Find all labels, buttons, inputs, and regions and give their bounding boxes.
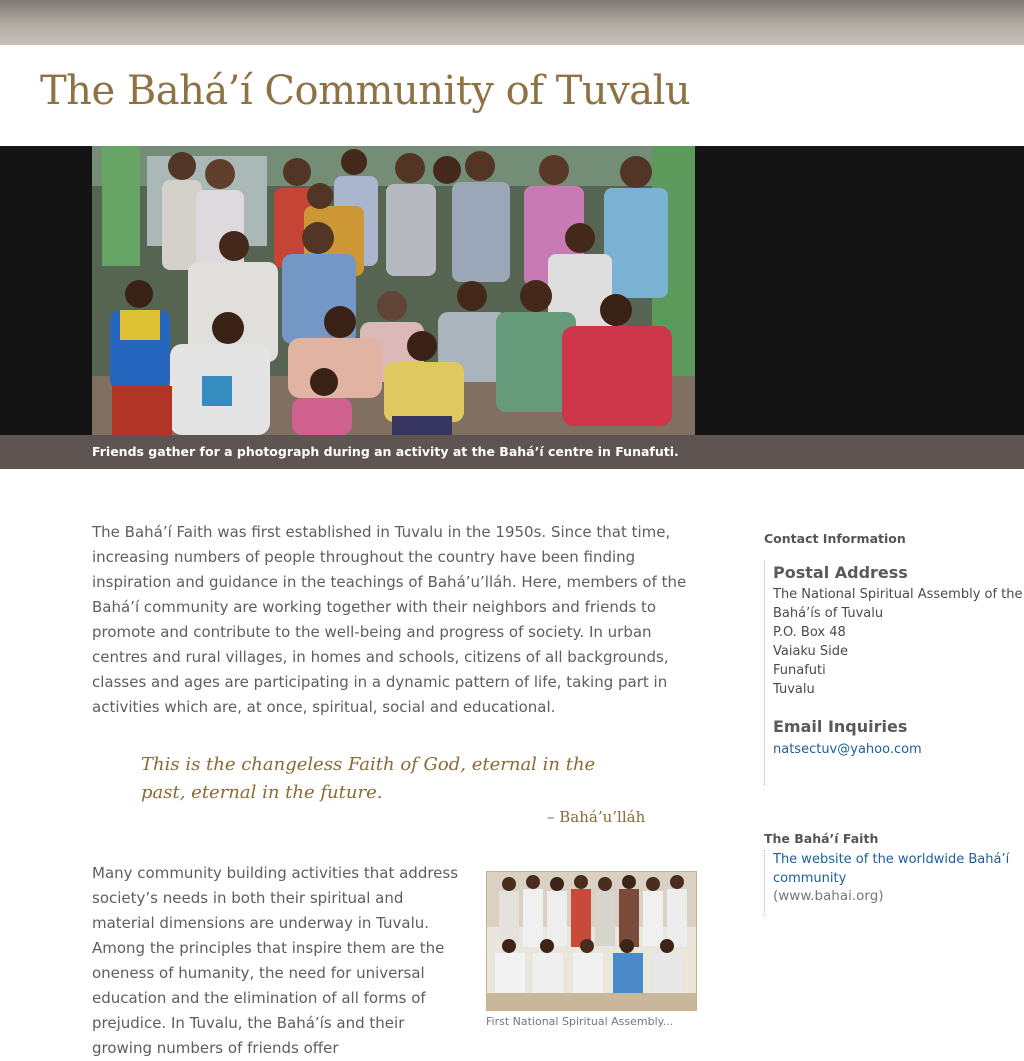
postal-address-heading: Postal Address (773, 563, 908, 582)
contact-heading: Contact Information (764, 531, 906, 546)
email-link[interactable]: natsectuv@yahoo.com (773, 742, 922, 757)
top-banner (0, 0, 1024, 45)
address-line: The National Spiritual Assembly of the (773, 587, 1023, 602)
address-line: Vaiaku Side (773, 644, 849, 659)
address-line: Bahá’ís of Tuvalu (773, 606, 884, 621)
intro-paragraph: The Bahá’í Faith was first established i… (92, 523, 687, 716)
site-title[interactable]: The Bahá’í Community of Tuvalu (40, 68, 691, 114)
thumbnail-caption: First National Spiritual Assembly... (486, 1015, 674, 1028)
bahai-website-url: (www.bahai.org) (773, 888, 884, 904)
email-inquiries-heading: Email Inquiries (773, 717, 908, 736)
address-line: Funafuti (773, 663, 826, 678)
bahai-faith-block: The website of the worldwide Bahá’í comm… (764, 850, 1015, 916)
hero-photo (92, 146, 695, 435)
community-paragraph: Many community building activities that … (92, 864, 459, 1057)
address-line: P.O. Box 48 (773, 625, 846, 640)
quote-text: This is the changeless Faith of God, ete… (141, 754, 596, 803)
hero-caption: Friends gather for a photograph during a… (92, 444, 679, 459)
bahai-website-link[interactable]: The website of the worldwide Bahá’í comm… (773, 850, 1013, 888)
assembly-photo-thumbnail[interactable] (486, 871, 697, 1011)
quote-attribution: – Bahá’u’lláh (547, 808, 646, 826)
address-line: Tuvalu (773, 682, 815, 697)
contact-block: Postal Address The National Spiritual As… (764, 560, 1023, 785)
bahai-faith-heading: The Bahá’í Faith (764, 831, 879, 846)
